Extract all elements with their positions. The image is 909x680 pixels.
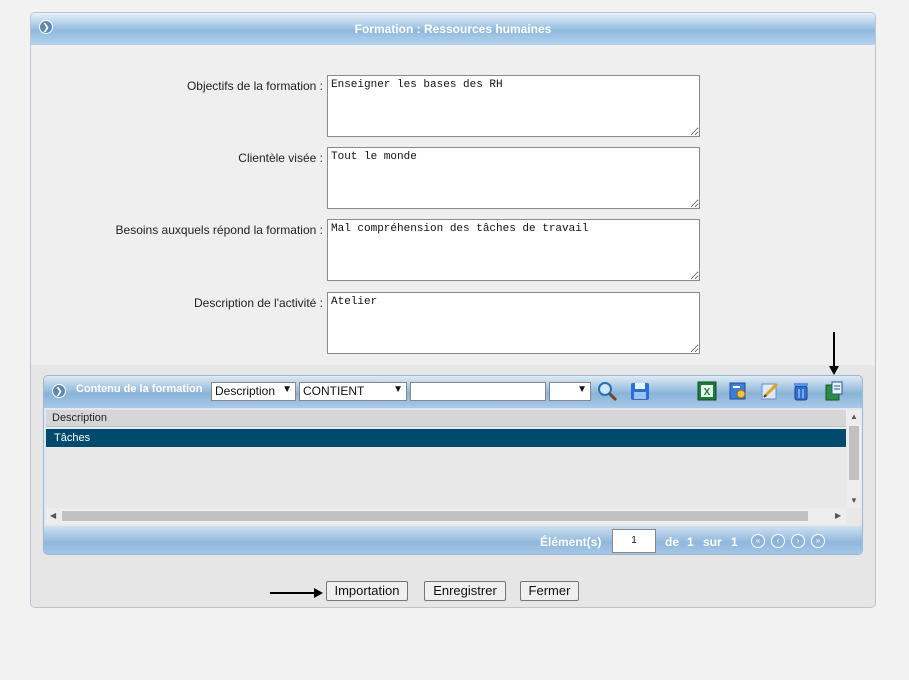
page-size-input[interactable]: 1: [612, 529, 656, 553]
excel-export-icon[interactable]: X: [696, 380, 718, 402]
clientele-textarea[interactable]: Tout le monde: [327, 147, 700, 209]
action-bar: Importation Enregistrer Fermer: [31, 565, 875, 607]
field-label: Clientèle visée :: [238, 151, 323, 165]
column-header-description[interactable]: Description: [46, 410, 846, 427]
vertical-scrollbar[interactable]: ▲ ▼: [846, 410, 862, 508]
save-button[interactable]: Enregistrer: [424, 581, 506, 601]
key-icon[interactable]: [727, 380, 749, 402]
field-select-value: Description: [215, 384, 276, 398]
prev-page-icon[interactable]: ‹: [771, 534, 785, 548]
import-icon[interactable]: [823, 380, 845, 402]
extra-select[interactable]: ▼: [549, 382, 591, 401]
grid-pager: Élément(s) 1 de 1 sur 1 « ‹ › »: [44, 526, 862, 554]
save-icon[interactable]: [629, 380, 651, 402]
arrow-right-annotation-icon: [270, 588, 323, 598]
search-icon[interactable]: [596, 380, 618, 402]
edit-icon[interactable]: [759, 380, 781, 402]
grid-collapse-icon[interactable]: ❯: [52, 384, 66, 398]
field-label: Objectifs de la formation :: [186, 79, 323, 93]
first-page-icon[interactable]: «: [751, 534, 765, 548]
current-page: 1: [687, 535, 694, 549]
svg-text:X: X: [704, 387, 711, 398]
of-label: de: [665, 535, 680, 549]
chevron-down-icon: ▼: [393, 384, 403, 395]
field-label: Besoins auxquels répond la formation :: [115, 223, 323, 237]
scroll-right-icon[interactable]: ▶: [835, 511, 841, 520]
next-page-icon[interactable]: ›: [791, 534, 805, 548]
operator-select-value: CONTIENT: [303, 384, 365, 398]
grid-table: Description Tâches ▲ ▼ ◀ ▶: [46, 410, 862, 526]
last-page-icon[interactable]: »: [811, 534, 825, 548]
arrow-down-annotation-icon: [829, 332, 839, 375]
sur-label: sur: [703, 535, 722, 549]
import-button[interactable]: Importation: [326, 581, 408, 601]
chevron-down-icon: ▼: [577, 384, 587, 395]
chevron-down-icon: ▼: [282, 384, 292, 395]
total-pages: 1: [731, 535, 738, 549]
grid-title: Contenu de la formation: [76, 383, 203, 395]
scroll-thumb[interactable]: [849, 426, 859, 480]
objectifs-textarea[interactable]: Enseigner les bases des RH: [327, 75, 700, 137]
formation-panel: ❯ Formation : Ressources humaines Object…: [30, 12, 876, 608]
close-button[interactable]: Fermer: [520, 581, 579, 601]
search-input[interactable]: [410, 382, 546, 401]
table-row[interactable]: Tâches: [46, 429, 846, 447]
operator-select[interactable]: CONTIENT ▼: [299, 382, 407, 401]
contenu-grid: ❯ Contenu de la formation Description ▼ C…: [43, 375, 863, 555]
scroll-up-icon[interactable]: ▲: [850, 412, 858, 421]
scroll-thumb[interactable]: [62, 511, 808, 521]
panel-title: Formation : Ressources humaines: [354, 22, 552, 36]
panel-header: ❯ Formation : Ressources humaines: [31, 13, 875, 46]
grid-toolbar: ❯ Contenu de la formation Description ▼ C…: [44, 376, 862, 408]
scroll-left-icon[interactable]: ◀: [50, 511, 56, 520]
field-label: Description de l'activité :: [193, 296, 323, 310]
trash-icon[interactable]: [790, 380, 812, 402]
scroll-down-icon[interactable]: ▼: [850, 496, 858, 505]
horizontal-scrollbar[interactable]: ◀ ▶: [46, 508, 846, 524]
elements-label: Élément(s): [540, 535, 602, 549]
besoins-textarea[interactable]: Mal compréhension des tâches de travail: [327, 219, 700, 281]
description-textarea[interactable]: Atelier: [327, 292, 700, 354]
form-area: Objectifs de la formation : Enseigner le…: [31, 45, 875, 365]
field-select[interactable]: Description ▼: [211, 382, 296, 401]
